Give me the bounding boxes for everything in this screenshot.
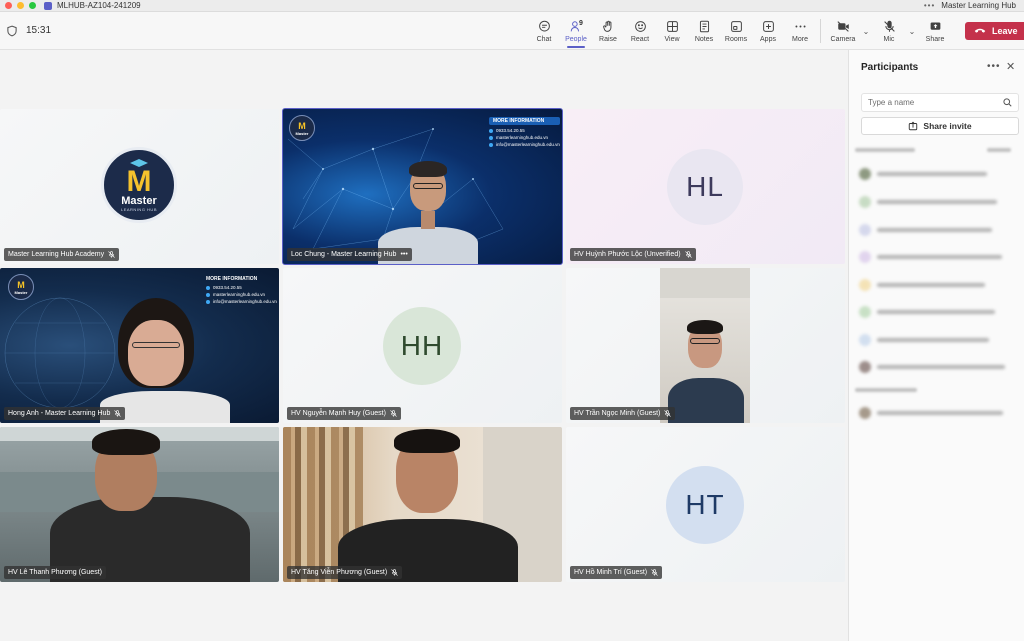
participant-list-item[interactable] [859, 279, 985, 291]
participant-tile[interactable]: M Master LEARNING HUB Master Learning Hu… [0, 109, 279, 264]
mic-off-icon [684, 251, 692, 258]
mic-off-icon [108, 251, 115, 258]
camera-off-icon [836, 20, 849, 32]
participant-name-tag: Loc Chung - Master Learning Hub ••• [287, 248, 412, 261]
background-info-box: MORE INFORMATION 0933.54.20.55 masterlea… [489, 117, 560, 149]
meeting-toolbar: 15:31 Chat 9 People Raise React View Not… [0, 12, 1024, 50]
participant-list-item[interactable] [859, 407, 1003, 419]
participant-name-tag: HV Hồ Minh Trí (Guest) [570, 566, 663, 579]
more-icon [794, 25, 806, 27]
participant-group-header [855, 148, 915, 152]
mic-off-icon [883, 20, 895, 32]
participant-list-item[interactable] [859, 168, 987, 180]
chat-icon [538, 20, 550, 31]
window-title-bar: MLHUB-AZ104-241209 ••• Master Learning H… [0, 0, 1024, 12]
mic-options-chevron-icon[interactable]: ⌄ [907, 12, 917, 50]
mic-button[interactable]: Mic [871, 12, 907, 50]
more-button[interactable]: More [784, 12, 816, 50]
react-button[interactable]: React [624, 12, 656, 50]
react-icon [634, 20, 646, 32]
mini-academy-logo: M Master [289, 115, 315, 141]
panel-title: Participants [861, 62, 919, 73]
video-gallery: M Master LEARNING HUB Master Learning Hu… [0, 50, 848, 641]
rooms-icon [730, 20, 742, 32]
search-input[interactable] [868, 98, 988, 107]
share-invite-button[interactable]: Share invite [861, 117, 1019, 135]
participant-list-item[interactable] [859, 224, 992, 236]
shield-icon [7, 25, 17, 36]
participant-list-item[interactable] [859, 251, 1002, 263]
chat-button[interactable]: Chat [528, 12, 560, 50]
participant-name-tag: HV Nguyễn Mạnh Huy (Guest) [287, 407, 401, 420]
participant-tile[interactable]: HV Lê Thanh Phương (Guest) [0, 427, 279, 582]
org-name: Master Learning Hub [941, 1, 1016, 10]
raise-hand-button[interactable]: Raise [592, 12, 624, 50]
tile-more-icon[interactable]: ••• [400, 251, 407, 258]
window-title: MLHUB-AZ104-241209 [57, 1, 141, 10]
participant-list-item[interactable] [859, 334, 989, 346]
notes-icon [699, 20, 709, 32]
hang-up-icon [974, 28, 986, 33]
mic-off-icon [114, 410, 122, 417]
participant-name-tag: HV Lê Thanh Phương (Guest) [4, 566, 106, 579]
apps-button[interactable]: Apps [752, 12, 784, 50]
view-button[interactable]: View [656, 12, 688, 50]
meeting-timer: 15:31 [26, 25, 52, 36]
toolbar-divider [820, 19, 821, 43]
people-button[interactable]: 9 People [560, 12, 592, 50]
notes-button[interactable]: Notes [688, 12, 720, 50]
participant-avatar: HT [666, 466, 744, 544]
mic-off-icon [390, 410, 397, 417]
participant-list-item[interactable] [859, 361, 1005, 373]
participant-tile[interactable]: HL HV Huỳnh Phước Lộc (Unverified) [566, 109, 845, 264]
window-controls [5, 2, 36, 9]
participant-name-tag: HV Tăng Viễn Phương (Guest) [287, 566, 403, 579]
participant-name-tag: HV Huỳnh Phước Lộc (Unverified) [570, 248, 696, 261]
people-count: 9 [579, 20, 583, 27]
view-icon [666, 20, 678, 32]
participants-panel: Participants ••• ✕ Share invite [848, 50, 1024, 641]
close-window-button[interactable] [5, 2, 12, 9]
raise-hand-icon [602, 20, 611, 32]
participant-video [660, 268, 750, 423]
participant-video [338, 427, 518, 582]
mic-off-icon [664, 410, 672, 417]
window-more-icon[interactable]: ••• [924, 1, 935, 10]
mic-off-icon [651, 569, 658, 576]
participant-tile[interactable]: HH HV Nguyễn Mạnh Huy (Guest) [283, 268, 562, 423]
minimize-window-button[interactable] [17, 2, 24, 9]
participant-tile[interactable]: HV Trần Ngọc Minh (Guest) [566, 268, 845, 423]
participant-video [40, 427, 270, 582]
participant-name-tag: Hong Anh - Master Learning Hub [4, 407, 126, 420]
leave-button[interactable]: Leave ⌄ [965, 22, 1024, 40]
participant-list-item[interactable] [859, 196, 997, 208]
close-icon[interactable]: ✕ [1006, 60, 1015, 73]
participant-name-tag: Master Learning Hub Academy [4, 248, 120, 261]
maximize-window-button[interactable] [29, 2, 36, 9]
participant-avatar: HH [383, 307, 461, 385]
academy-logo: M Master LEARNING HUB [101, 147, 177, 223]
participant-tile[interactable]: M Master MORE INFORMATION 0933.54.20.55 m… [0, 268, 279, 423]
mini-academy-logo: M Master [8, 274, 34, 300]
mic-off-icon [391, 569, 398, 576]
participant-search[interactable] [861, 93, 1019, 112]
camera-options-chevron-icon[interactable]: ⌄ [861, 12, 871, 50]
share-invite-icon [909, 121, 918, 131]
share-screen-icon [930, 21, 940, 30]
participant-tile[interactable]: HT HV Hồ Minh Trí (Guest) [566, 427, 845, 582]
participant-list-item[interactable] [859, 306, 995, 318]
teams-app-icon [44, 1, 52, 10]
participant-group-header [855, 388, 917, 392]
apps-icon [762, 20, 774, 32]
panel-more-icon[interactable]: ••• [987, 61, 1001, 72]
share-button[interactable]: Share [917, 12, 953, 50]
participant-tile[interactable]: HV Tăng Viễn Phương (Guest) [283, 427, 562, 582]
participant-video [100, 296, 230, 423]
participant-name-tag: HV Trần Ngọc Minh (Guest) [570, 407, 676, 420]
participant-avatar: HL [667, 149, 743, 225]
camera-button[interactable]: Camera [825, 12, 861, 50]
participant-tile-active-speaker[interactable]: M Master MORE INFORMATION 0933.54.20.55 m… [282, 108, 563, 265]
rooms-button[interactable]: Rooms [720, 12, 752, 50]
search-icon [1003, 98, 1012, 107]
